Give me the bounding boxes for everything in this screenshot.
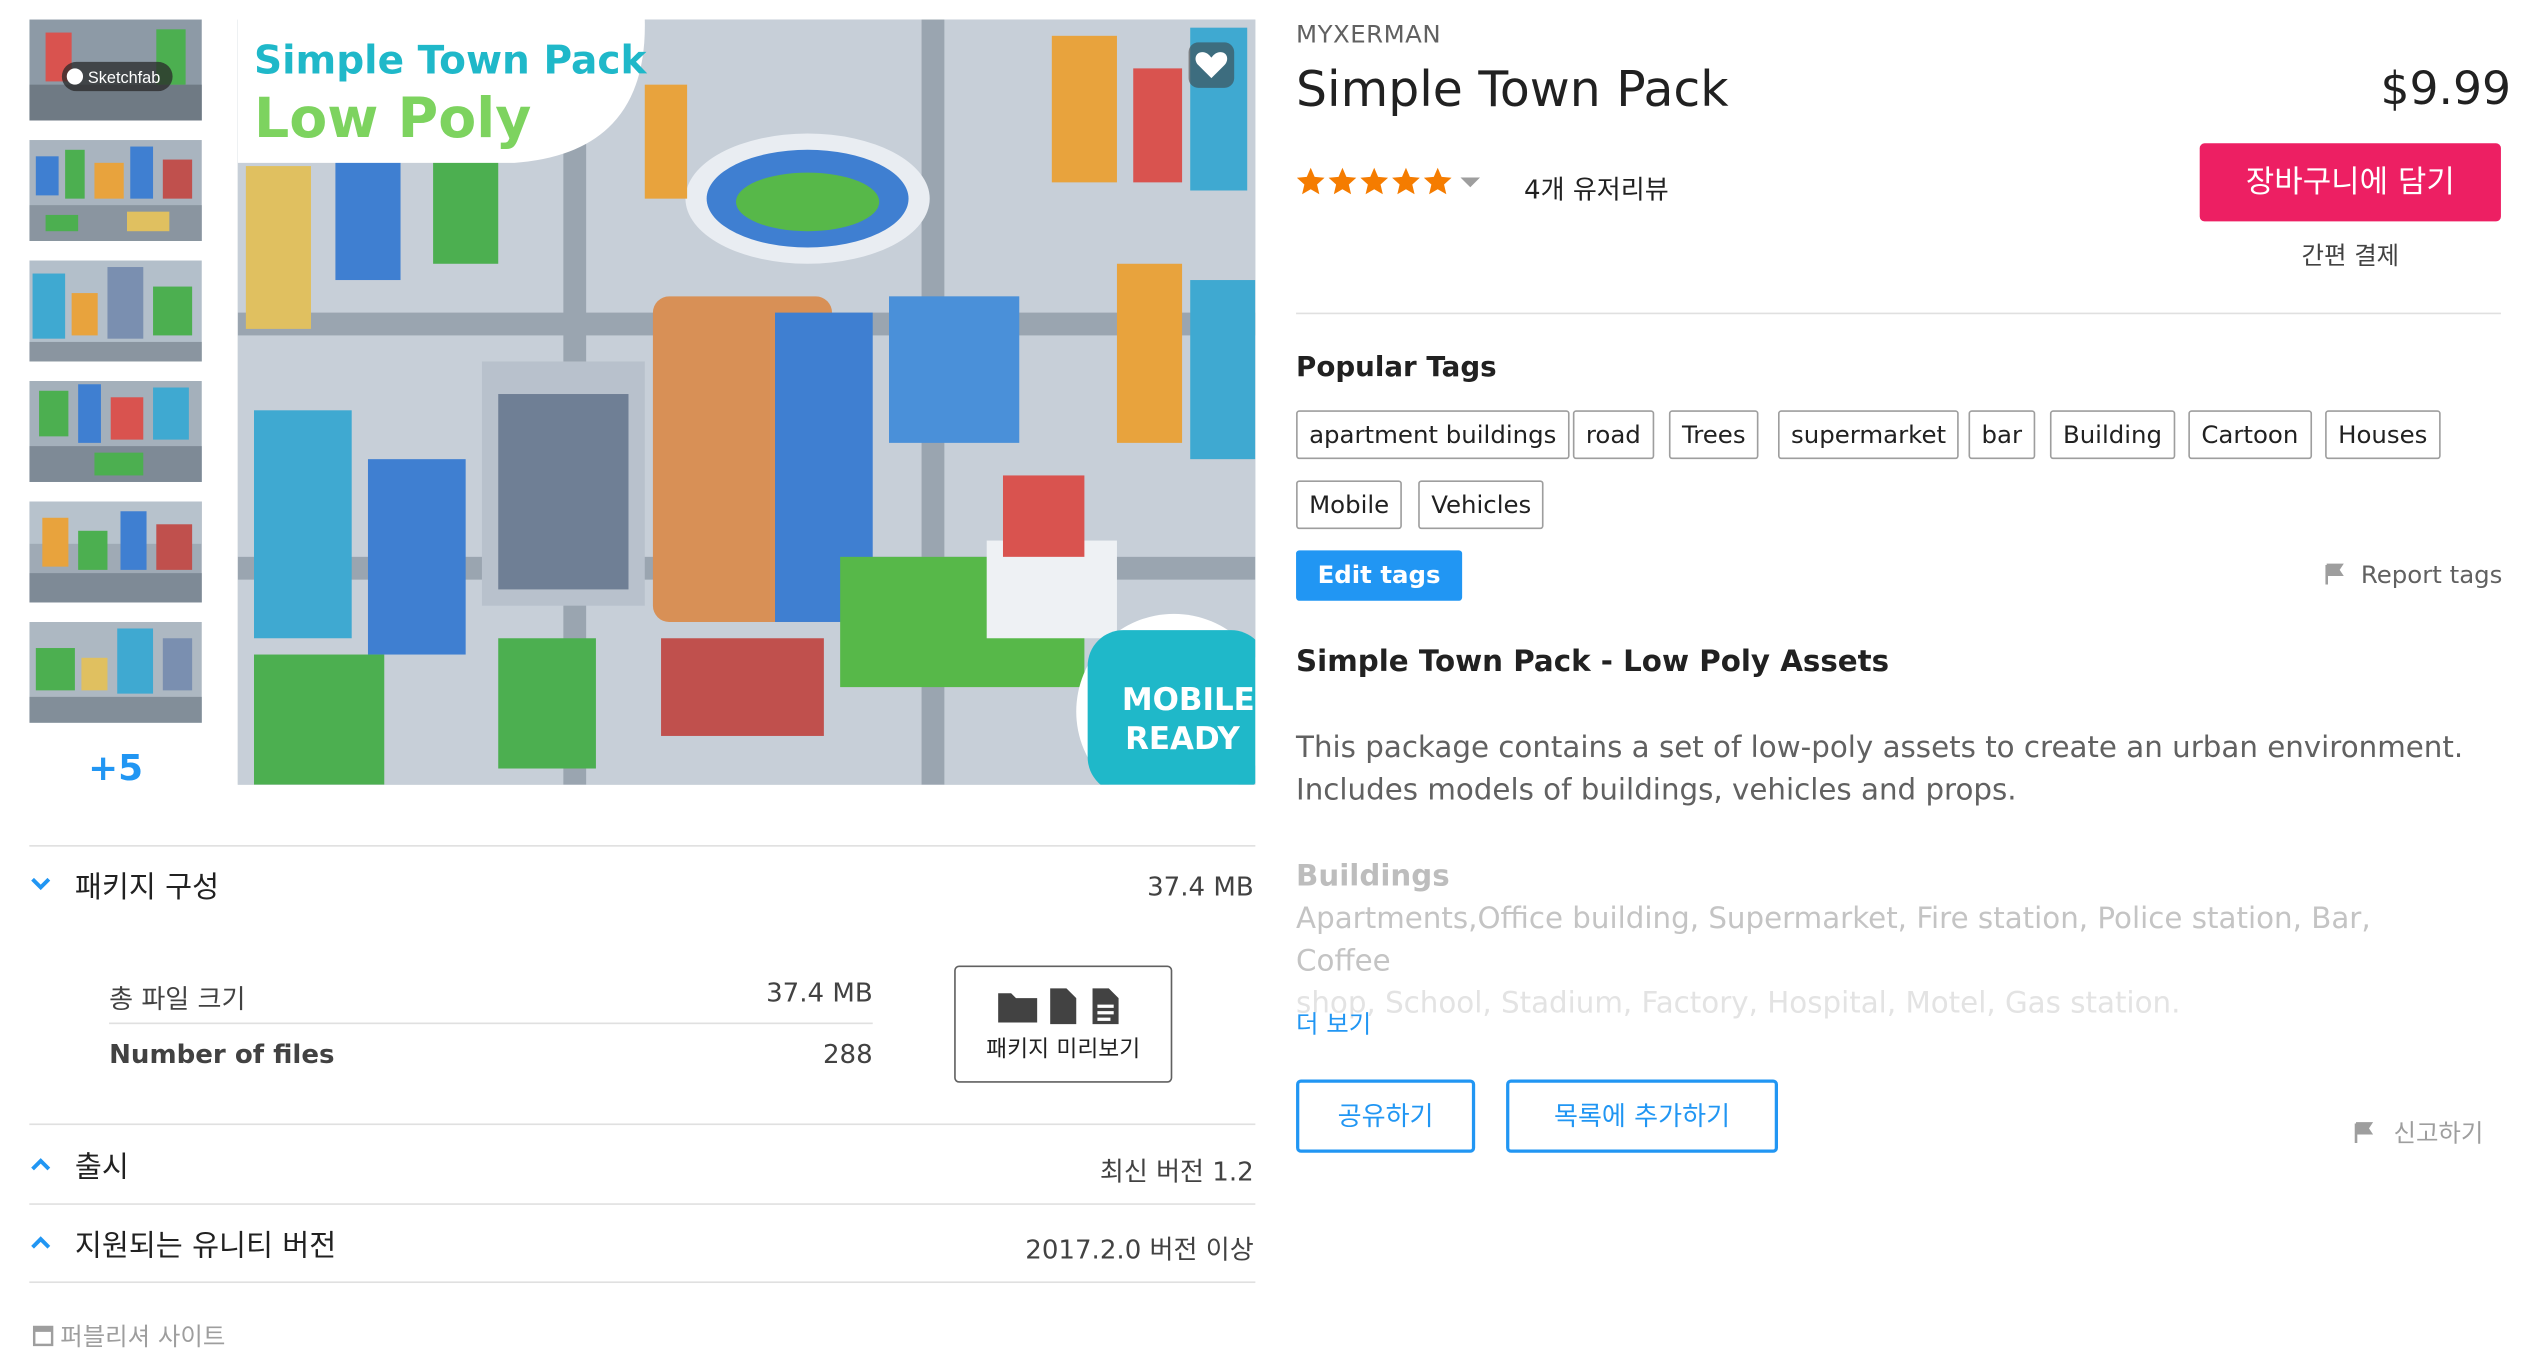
review-count-link[interactable]: 4개 유저리뷰 — [1524, 168, 1669, 207]
product-title: Simple Town Pack — [1296, 61, 1729, 119]
caret-down-icon — [1460, 177, 1481, 188]
package-section-label: 패키지 구성 — [74, 871, 220, 906]
chevron-down-icon — [31, 877, 51, 891]
mobile-badge-line2: READY — [1125, 721, 1240, 757]
publisher-site-label: 퍼블리셔 사이트 — [60, 1322, 226, 1352]
buildings-section: Buildings Apartments,Office building, Su… — [1296, 856, 2468, 1025]
thumbnail-6[interactable] — [29, 621, 202, 723]
tag-bar[interactable]: bar — [1968, 410, 2036, 460]
main-preview-image[interactable]: Simple Town Pack Low Poly MOBILE READY — [237, 19, 1256, 785]
files-count-value: 288 — [822, 1038, 873, 1070]
thumbnail-5[interactable] — [29, 501, 202, 603]
total-size-value: 37.4 MB — [766, 976, 873, 1008]
flag-icon — [2325, 563, 2344, 585]
tag-road[interactable]: road — [1572, 410, 1654, 460]
description-body: This package contains a set of low-poly … — [1296, 728, 2468, 813]
tag-cartoon[interactable]: Cartoon — [2188, 410, 2312, 460]
rating-stars[interactable] — [1296, 166, 1491, 205]
edit-tags-button[interactable]: Edit tags — [1296, 550, 1463, 601]
star-icon — [1296, 167, 1325, 195]
add-to-list-button[interactable]: 목록에 추가하기 — [1506, 1079, 1779, 1153]
star-icon — [1360, 167, 1389, 195]
thumbnail-3[interactable] — [29, 260, 202, 362]
buildings-heading: Buildings — [1296, 859, 1450, 894]
quick-checkout-link[interactable]: 간편 결제 — [2200, 238, 2501, 272]
package-preview-label: 패키지 미리보기 — [986, 1037, 1141, 1064]
share-button[interactable]: 공유하기 — [1296, 1079, 1476, 1153]
thumbnail-1[interactable]: Sketchfab — [29, 19, 202, 121]
description-para2: Includes models of buildings, vehicles a… — [1296, 773, 2017, 808]
sketchfab-label: Sketchfab — [88, 69, 160, 87]
publisher-site-link[interactable]: 퍼블리셔 사이트 — [32, 1319, 226, 1353]
tag-trees[interactable]: Trees — [1668, 410, 1759, 460]
total-size-label: 총 파일 크기 — [109, 983, 246, 1015]
more-thumbnails-count[interactable]: +5 — [29, 749, 202, 790]
flag-icon — [2354, 1122, 2374, 1144]
thumbnail-4[interactable] — [29, 381, 202, 482]
tag-mobile[interactable]: Mobile — [1296, 480, 1403, 530]
description-heading: Simple Town Pack - Low Poly Assets — [1296, 644, 1890, 679]
report-label: 신고하기 — [2393, 1118, 2484, 1148]
report-tags-link[interactable]: Report tags — [2325, 560, 2502, 589]
chevron-up-icon — [31, 1158, 51, 1171]
thumbnail-2[interactable] — [29, 140, 202, 241]
publisher-name[interactable]: MYXERMAN — [1296, 20, 1441, 49]
tag-supermarket[interactable]: supermarket — [1778, 410, 1960, 460]
release-value: 최신 버전 1.2 — [1099, 1156, 1254, 1187]
unity-version-value: 2017.2.0 버전 이상 — [1025, 1234, 1254, 1266]
banner-subtitle: Low Poly — [254, 87, 531, 151]
favorite-button[interactable] — [1188, 42, 1235, 88]
description-para1: This package contains a set of low-poly … — [1296, 731, 2464, 766]
package-section-size: 37.4 MB — [1147, 871, 1254, 903]
tag-houses[interactable]: Houses — [2325, 410, 2441, 460]
add-to-cart-button[interactable]: 장바구니에 담기 — [2199, 143, 2501, 222]
mobile-badge-line1: MOBILE — [1122, 682, 1255, 718]
package-preview-button[interactable]: 패키지 미리보기 — [954, 965, 1173, 1083]
unity-version-label: 지원되는 유니티 버전 — [74, 1229, 337, 1264]
report-link[interactable]: 신고하기 — [2354, 1115, 2483, 1149]
star-icon — [1328, 167, 1357, 195]
chevron-up-icon — [31, 1236, 51, 1249]
buildings-line2: shop, School, Stadium, Factory, Hospital… — [1296, 986, 2181, 1021]
banner-title: Simple Town Pack — [254, 38, 648, 83]
report-tags-label: Report tags — [2360, 560, 2503, 590]
release-label: 출시 — [74, 1151, 129, 1186]
star-icon — [1423, 167, 1452, 195]
buildings-line1: Apartments,Office building, Supermarket,… — [1296, 902, 2371, 979]
files-icon — [998, 988, 1119, 1025]
files-count-label: Number of files — [109, 1038, 335, 1070]
star-icon — [1392, 167, 1420, 195]
read-more-link[interactable]: 더 보기 — [1296, 1006, 1371, 1040]
tag-vehicles[interactable]: Vehicles — [1418, 480, 1545, 530]
popular-tags-heading: Popular Tags — [1296, 351, 1497, 385]
tag-apartment-buildings[interactable]: apartment buildings — [1296, 410, 1570, 460]
product-price: $9.99 — [2380, 61, 2511, 116]
heart-icon — [1195, 52, 1228, 79]
website-icon — [32, 1325, 54, 1347]
tag-building[interactable]: Building — [2049, 410, 2176, 460]
